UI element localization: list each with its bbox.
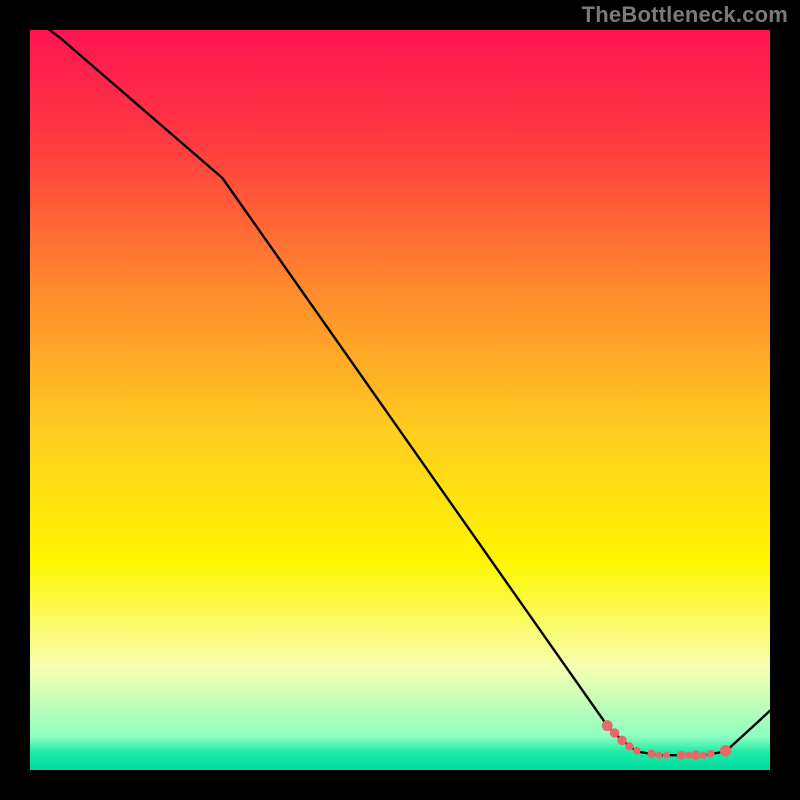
- highlight-marker: [720, 745, 732, 757]
- chart-frame: TheBottleneck.com: [0, 0, 800, 800]
- chart-svg: [30, 30, 770, 770]
- highlight-marker: [617, 736, 627, 746]
- highlight-marker: [691, 750, 701, 760]
- highlight-marker: [647, 750, 655, 758]
- highlight-marker: [610, 728, 620, 738]
- highlight-marker: [685, 752, 692, 759]
- gradient-background: [30, 30, 770, 770]
- plot-area: [30, 30, 770, 770]
- highlight-marker: [655, 752, 662, 759]
- highlight-marker: [707, 750, 715, 758]
- highlight-marker: [663, 752, 670, 759]
- highlight-marker: [625, 742, 633, 750]
- highlight-marker: [602, 720, 613, 731]
- highlight-marker: [700, 752, 707, 759]
- highlight-marker: [677, 751, 686, 760]
- watermark-label: TheBottleneck.com: [582, 2, 788, 28]
- highlight-marker: [633, 747, 641, 755]
